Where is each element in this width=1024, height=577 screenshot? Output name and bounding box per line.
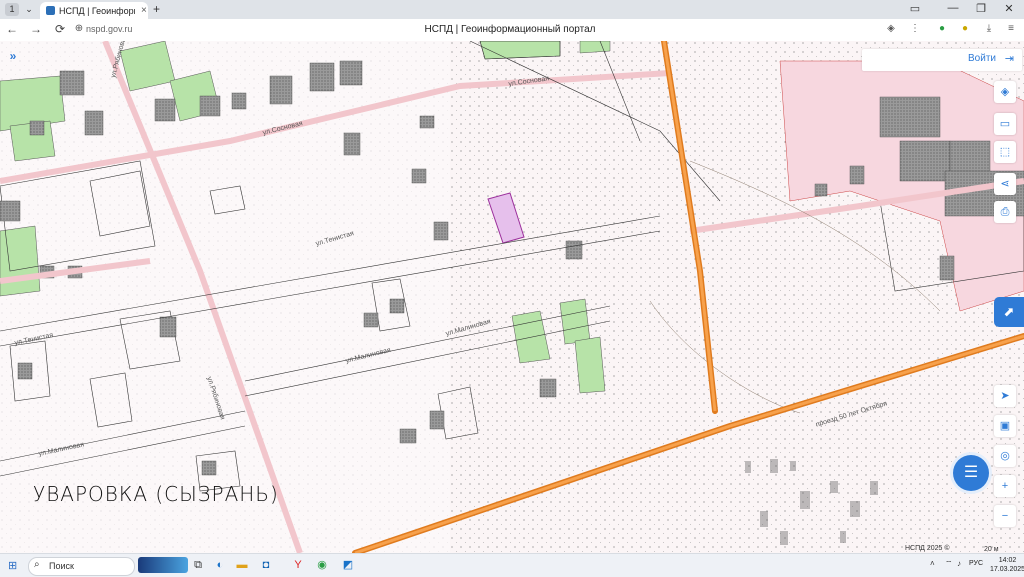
tray-chevron-icon[interactable]: ˄ [930,559,935,568]
volume-icon[interactable]: ♪ [957,559,961,568]
print-icon[interactable]: ⎙ [994,201,1016,223]
scale-bar: 20 м [984,546,999,553]
tab-list-chevron-icon[interactable]: ⌄ [22,3,36,16]
language-indicator[interactable]: РУС [969,560,983,567]
taskbar: ⊞ ⌕ Поиск ⧉ ◐ ▬ ◘ Y ◉ ◩ ˄ ⌔ ♪ РУС 14:02 … [0,553,1024,577]
layers-icon[interactable]: ◈ [994,81,1016,103]
maximize-button[interactable]: ❐ [972,2,990,15]
address-bar: ← → ⟳ ⊕ nspd.gov.ru НСПД | Геоинформацио… [0,19,1024,42]
page-title: НСПД | Геоинформационный портал [424,24,596,35]
outlook-icon[interactable]: ◘ [258,557,274,573]
clock-time: 14:02 [998,557,1017,564]
download-icon[interactable]: ⤓ [982,23,996,34]
task-view-icon[interactable]: ⧉ [190,557,206,573]
chrome-icon[interactable]: ◉ [314,557,330,573]
chat-button[interactable]: ☰ [953,455,989,491]
start-icon[interactable]: ⊞ [8,559,17,572]
browser-menu-icon[interactable]: ≡ [1004,23,1018,34]
search-icon: ⌕ [34,559,40,570]
new-tab-button[interactable]: + [150,3,163,16]
city-label: УВАРОВКА (СЫЗРАНЬ) [33,482,279,506]
expand-panel-button[interactable]: » [3,45,23,67]
share-icon[interactable]: ⋖ [994,173,1016,195]
map-view[interactable]: ул.Сосновая ул.Сосновая ул.Тенистая ул.Т… [0,41,1024,553]
weather-widget-icon[interactable] [138,557,188,573]
explorer-icon[interactable]: ▬ [234,557,250,573]
network-icon[interactable]: ⌔ [945,559,953,569]
menu-icon[interactable]: ⋮ [908,23,922,34]
tab-close-icon[interactable]: × [141,5,147,16]
residential-background [0,41,450,553]
login-label: Войти [968,53,996,64]
wallet-icon[interactable]: ● [958,23,972,34]
zoom-out-icon[interactable]: − [994,505,1016,527]
screen-icon[interactable]: ▣ [994,415,1016,437]
clock-date: 17.03.2025 [990,566,1024,573]
site-info-icon[interactable]: ⊕ [72,23,86,34]
extension-icon[interactable]: ● [935,23,949,34]
zoom-in-icon[interactable]: + [994,475,1016,497]
tab-title: НСПД | Геоинформацио [59,5,135,16]
yandex-icon[interactable]: Y [290,557,306,573]
clock[interactable]: 14:02 17.03.2025 [990,556,1024,574]
app-icon[interactable]: ◩ [340,557,356,573]
services-side-tab[interactable]: ⬈ [994,297,1024,327]
login-button[interactable]: Войти ⇥ [862,49,1022,71]
collections-icon[interactable]: ▭ [906,2,924,15]
copyright-label: НСПД 2025 © [905,545,950,552]
taskbar-search[interactable]: ⌕ Поиск [28,557,135,576]
url-field[interactable]: nspd.gov.ru [86,22,146,37]
favicon-icon [46,6,55,15]
edge-icon[interactable]: ◐ [212,557,228,573]
location-icon[interactable]: ◎ [994,445,1016,467]
browser-tab-bar: 1 ⌄ НСПД | Геоинформацио × + ▭ — ❐ ✕ [0,0,1024,19]
back-button[interactable]: ← [4,22,20,36]
map-canvas[interactable] [0,41,1024,553]
ruler-icon[interactable]: ▭ [994,113,1016,135]
profile-icon[interactable]: 1 [5,3,19,16]
minimize-button[interactable]: — [944,2,962,14]
search-label: Поиск [49,561,74,571]
navigate-icon[interactable]: ➤ [994,385,1016,407]
reload-button[interactable]: ⟳ [52,22,68,36]
browser-tab[interactable]: НСПД | Геоинформацио × [40,2,148,19]
login-arrow-icon: ⇥ [1004,53,1014,65]
select-area-icon[interactable]: ⬚ [994,141,1016,163]
forward-button[interactable]: → [28,22,44,36]
close-window-button[interactable]: ✕ [1000,2,1018,15]
bookmark-icon[interactable]: ◈ [884,23,898,34]
